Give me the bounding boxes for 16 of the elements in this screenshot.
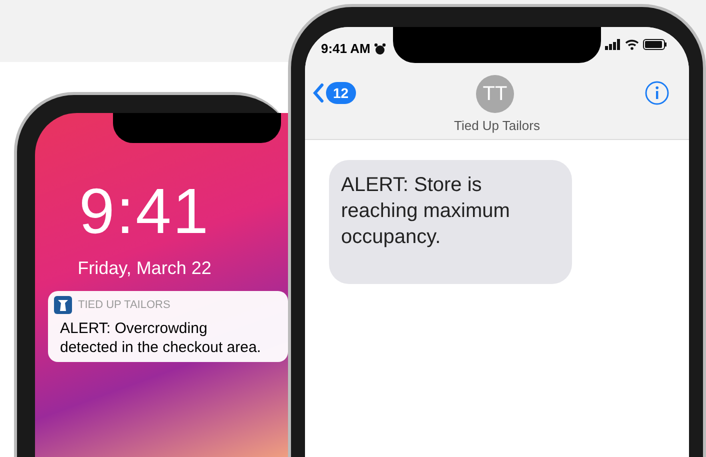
status-time: 9:41 AM [321,40,370,58]
contact-avatar[interactable]: TT [476,75,514,113]
message-bubble: ALERT: Store is reaching maximum occupancy. [329,160,572,284]
unread-count-badge: 12 [326,82,356,104]
contact-name: Tied Up Tailors [453,117,541,135]
lock-time: 9:41 [79,179,210,243]
notification-message: ALERT: Overcrowding detected in the checkout area. [59,319,262,357]
notification-app-name: TIED UP TAILORS [78,298,170,313]
lock-date: Friday, March 22 [78,257,212,280]
battery-icon [643,39,667,50]
signal-icon [605,39,621,50]
wifi-icon [625,39,639,50]
info-icon[interactable] [645,81,669,105]
chevron-left-icon [313,83,324,103]
notification-card[interactable]: TIED UP TAILORS ALERT: Overcrowding detected in the checkout area. [48,291,288,362]
back-button[interactable]: 12 [313,82,356,104]
